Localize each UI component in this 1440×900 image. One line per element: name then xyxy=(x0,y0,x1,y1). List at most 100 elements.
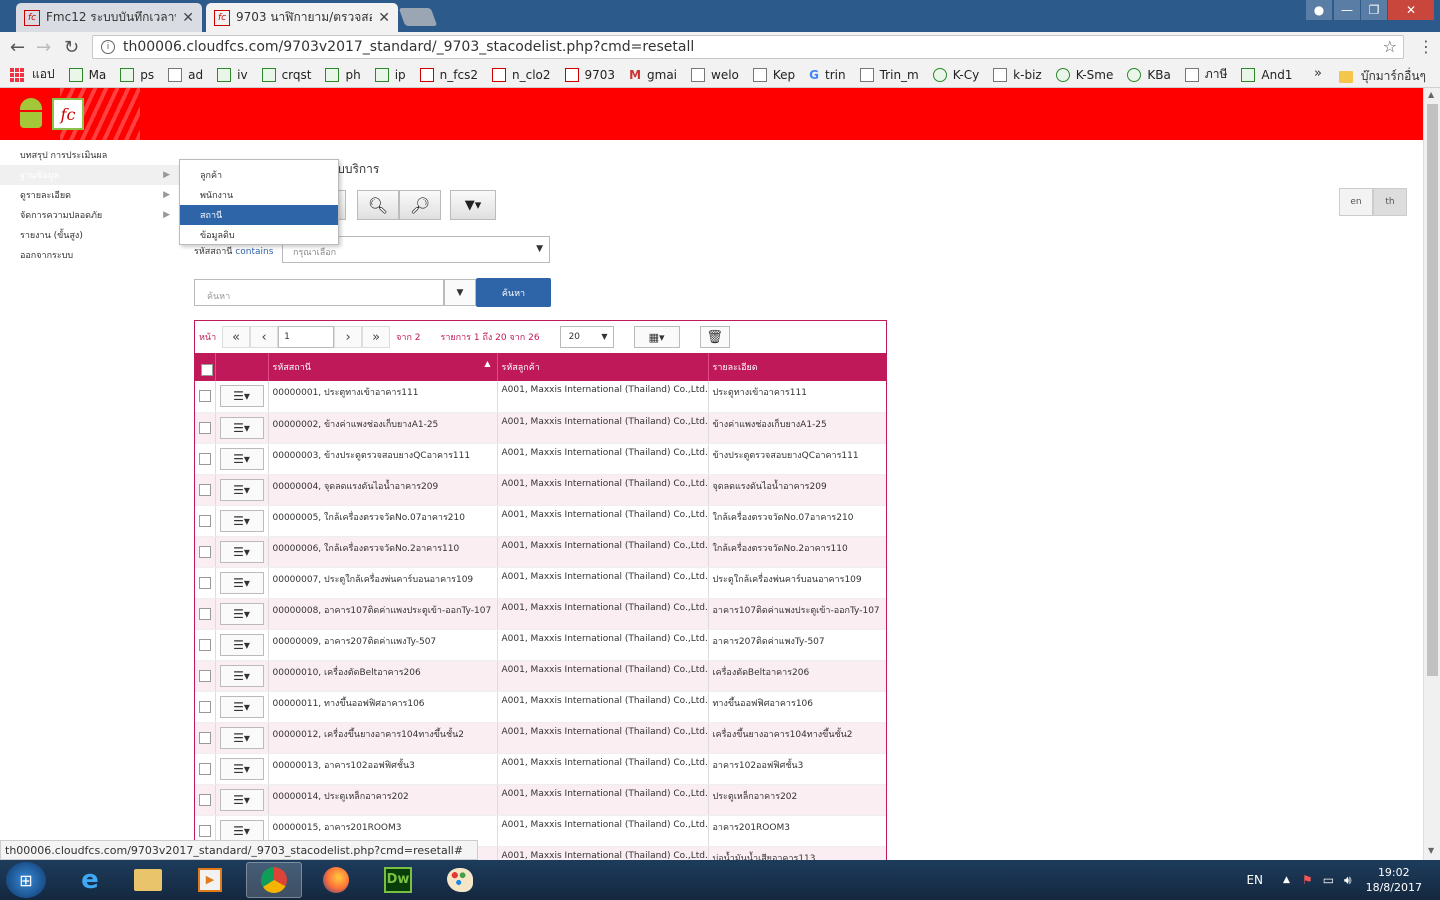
bookmark-item[interactable]: Kep xyxy=(752,67,795,82)
row-menu-icon[interactable]: ☰▾ xyxy=(219,602,264,625)
tray-expand-icon[interactable]: ▲ xyxy=(1283,875,1290,885)
bookmark-item[interactable]: Gtrin xyxy=(809,68,845,82)
forward-arrow-icon[interactable]: → xyxy=(36,37,51,58)
scroll-down-icon[interactable]: ▼ xyxy=(1428,846,1434,855)
advanced-search-icon[interactable]: 🔎︎ xyxy=(399,190,441,220)
bookmark-item[interactable]: ad xyxy=(168,67,203,82)
sidebar-item-logout[interactable]: ออกจากระบบ xyxy=(0,245,180,265)
row-checkbox[interactable] xyxy=(199,483,211,496)
table-row[interactable]: ☰▾ 00000012, เครื่องขึ้นยางอาคาร104ทางขึ้… xyxy=(195,722,886,754)
submenu-item-employee[interactable]: พนักงาน xyxy=(180,185,338,205)
browser-menu-icon[interactable]: ⋮ xyxy=(1418,37,1434,56)
bookmark-star-icon[interactable]: ☆ xyxy=(1383,37,1397,56)
prev-page-icon[interactable]: ‹ xyxy=(250,326,279,348)
table-row[interactable]: ☰▾ 00000002, ข้างค่าแพงช่องเก็บยางA1-25 A0… xyxy=(195,412,886,444)
row-menu-icon[interactable]: ☰▾ xyxy=(219,726,264,749)
taskbar-ie-icon[interactable]: e xyxy=(62,862,118,898)
row-menu-icon[interactable]: ☰▾ xyxy=(219,819,264,842)
taskbar-paint-icon[interactable] xyxy=(432,862,488,898)
bookmark-item[interactable]: iv xyxy=(217,67,248,82)
info-icon[interactable]: i xyxy=(101,40,115,54)
table-row[interactable]: ☰▾ 00000005, ใกล้เครื่องตรวจวัดNo.07อาคาร… xyxy=(195,505,886,537)
row-menu-icon[interactable]: ☰▾ xyxy=(219,633,264,656)
row-menu-icon[interactable]: ☰▾ xyxy=(219,571,264,594)
sidebar-item-details[interactable]: ดูรายละเอียด ▶ xyxy=(0,185,180,205)
taskbar-media-player-icon[interactable]: ▶ xyxy=(182,862,238,898)
system-clock[interactable]: 19:02 18/8/2017 xyxy=(1366,865,1422,895)
lang-th-button[interactable]: th xyxy=(1373,188,1407,216)
taskbar-explorer-icon[interactable] xyxy=(120,862,176,898)
sidebar-item-summary[interactable]: บทสรุป การประเมินผล xyxy=(0,145,180,165)
search-button[interactable]: ค้นหา xyxy=(476,278,551,307)
back-arrow-icon[interactable]: ← xyxy=(10,37,25,58)
row-checkbox[interactable] xyxy=(199,669,211,682)
row-checkbox[interactable] xyxy=(199,576,211,589)
scroll-up-icon[interactable]: ▲ xyxy=(1428,90,1434,99)
row-menu-icon[interactable]: ☰▾ xyxy=(219,664,264,687)
scrollbar-thumb[interactable] xyxy=(1427,104,1438,676)
sidebar-item-security[interactable]: จัดการความปลอดภัย ▶ xyxy=(0,205,180,225)
sidebar-item-reports[interactable]: รายงาน (ขั้นสูง) xyxy=(0,225,180,245)
bookmark-item[interactable]: Mgmai xyxy=(629,68,677,82)
bookmark-item[interactable]: KBa xyxy=(1127,67,1171,82)
row-checkbox[interactable] xyxy=(199,824,211,837)
submenu-item-customer[interactable]: ลูกค้า xyxy=(180,165,338,185)
bookmark-item[interactable]: crqst xyxy=(261,67,311,82)
bookmark-item[interactable]: ภาษี xyxy=(1184,65,1227,84)
row-menu-icon[interactable]: ☰▾ xyxy=(219,757,264,780)
first-page-icon[interactable]: « xyxy=(222,326,251,348)
table-row[interactable]: ☰▾ 00000003, ข้างประตูตรวจสอบยางQCอาคาร11… xyxy=(195,443,886,475)
row-menu-icon[interactable]: ☰▾ xyxy=(219,416,264,439)
submenu-item-station[interactable]: สถานี xyxy=(180,205,338,225)
bookmark-item[interactable]: welo xyxy=(691,67,739,82)
bookmark-item[interactable]: Ma xyxy=(68,67,106,82)
bookmark-item[interactable]: 9703 xyxy=(564,67,615,82)
bookmark-apps[interactable]: แอป xyxy=(10,65,55,84)
row-checkbox[interactable] xyxy=(199,421,211,434)
table-row[interactable]: ☰▾ 00000011, ทางขึ้นออฟฟิศอาคาร106 A001, M… xyxy=(195,691,886,723)
user-profile-icon[interactable]: ● xyxy=(1306,0,1332,20)
network-alert-icon[interactable]: ⚑ xyxy=(1302,873,1313,887)
bookmark-item[interactable]: ip xyxy=(374,67,406,82)
volume-icon[interactable]: 🔊︎ xyxy=(1344,873,1352,888)
column-chooser-icon[interactable]: ▦▾ xyxy=(633,326,680,348)
maximize-button[interactable]: ❐ xyxy=(1361,0,1387,20)
address-bar[interactable]: i th00006.cloudfcs.com/9703v2017_standar… xyxy=(92,35,1404,59)
fc-logo[interactable]: fc xyxy=(52,98,84,130)
taskbar-firefox-icon[interactable] xyxy=(308,862,364,898)
table-row[interactable]: ☰▾ 00000007, ประตูใกล้เครื่องพ่นคาร์บอนอา… xyxy=(195,567,886,599)
bookmark-item[interactable]: ps xyxy=(120,67,154,82)
row-checkbox[interactable] xyxy=(199,731,211,744)
row-checkbox[interactable] xyxy=(199,607,211,620)
tab-close-icon[interactable]: ✕ xyxy=(378,10,390,26)
table-row[interactable]: ☰▾ 00000013, อาคาร102ออฟฟิศชั้น3 A001, Max… xyxy=(195,753,886,785)
row-menu-icon[interactable]: ☰▾ xyxy=(219,540,264,563)
page-scrollbar[interactable]: ▲ ▼ xyxy=(1423,88,1440,860)
sidebar-item-database[interactable]: ฐานข้อมูล ▶ xyxy=(0,165,180,185)
table-row[interactable]: ☰▾ 00000004, จุดลดแรงดันไอน้ำอาคาร209 A001… xyxy=(195,474,886,506)
column-header-customer[interactable]: รหัสลูกค้า xyxy=(497,353,709,381)
bookmark-item[interactable]: n_fcs2 xyxy=(419,67,478,82)
row-checkbox[interactable] xyxy=(199,545,211,558)
search-input[interactable]: ค้นหา xyxy=(194,279,444,306)
row-menu-icon[interactable]: ☰▾ xyxy=(219,695,264,718)
row-checkbox[interactable] xyxy=(199,452,211,465)
table-row[interactable]: ☰▾ 00000008, อาคาร107ติดค่าแพงประตูเข้า-อ… xyxy=(195,598,886,630)
trash-icon[interactable]: 🗑︎ xyxy=(699,326,730,348)
row-checkbox[interactable] xyxy=(199,390,211,402)
row-menu-icon[interactable]: ☰▾ xyxy=(219,509,264,532)
table-row[interactable]: ☰▾ 00000014, ประตูเหล็กอาคาร202 A001, Maxx… xyxy=(195,784,886,816)
other-bookmarks[interactable]: บุ๊กมาร์กอื่นๆ xyxy=(1338,67,1426,86)
bookmark-item[interactable]: ph xyxy=(325,67,361,82)
table-row[interactable]: ☰▾ 00000009, อาคาร207ติดค่าแพงTy-507 A001,… xyxy=(195,629,886,661)
action-center-icon[interactable]: ▭ xyxy=(1323,873,1334,887)
tab-close-icon[interactable]: ✕ xyxy=(182,10,194,26)
bookmarks-more-button[interactable]: » xyxy=(1314,66,1322,81)
row-checkbox[interactable] xyxy=(199,762,211,775)
reload-icon[interactable]: ↻ xyxy=(64,37,79,58)
row-checkbox[interactable] xyxy=(199,514,211,527)
table-row[interactable]: ☰▾ 00000010, เครื่องตัดBeltอาคาร206 A001, … xyxy=(195,660,886,692)
bookmark-item[interactable]: Trin_m xyxy=(859,67,919,82)
last-page-icon[interactable]: » xyxy=(362,326,391,348)
next-page-icon[interactable]: › xyxy=(334,326,363,348)
